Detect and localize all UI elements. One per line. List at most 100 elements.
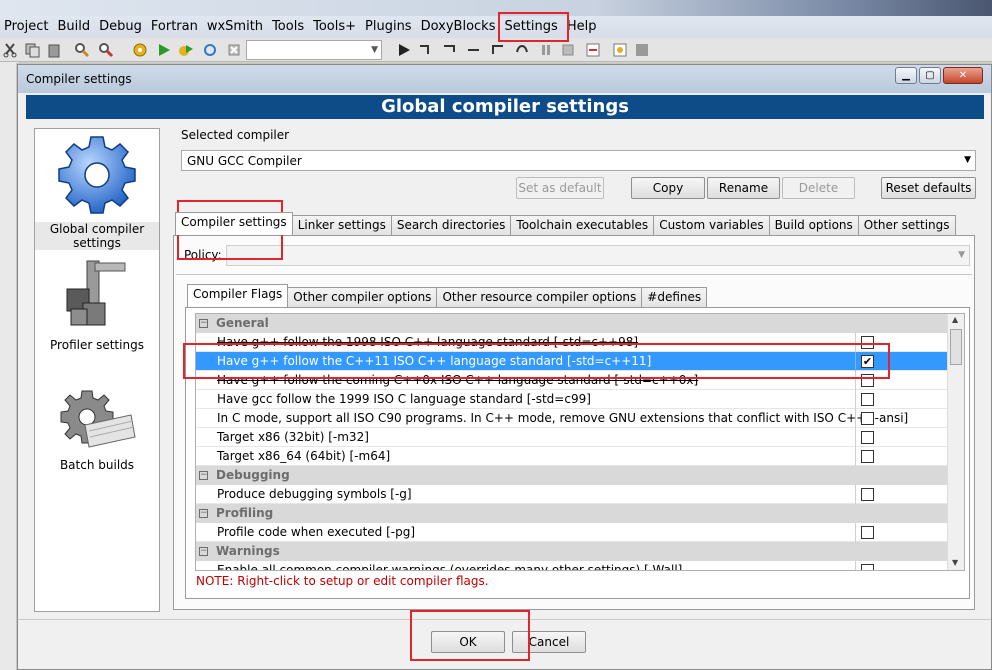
tab-search-directories[interactable]: Search directories bbox=[390, 215, 512, 235]
collapse-icon[interactable]: − bbox=[199, 547, 208, 556]
copy-icon[interactable] bbox=[24, 42, 40, 58]
close-button[interactable]: ✕ bbox=[943, 67, 983, 84]
minimize-button[interactable]: ▁ bbox=[895, 67, 917, 84]
category-label: Warnings bbox=[216, 544, 280, 558]
flag-checkbox[interactable]: ✔ bbox=[861, 355, 874, 368]
subtab-compiler-flags[interactable]: Compiler Flags bbox=[187, 284, 289, 307]
flags-scrollbar[interactable]: ▲ ▼ bbox=[947, 314, 964, 570]
step-out-icon[interactable] bbox=[490, 42, 506, 58]
run-icon[interactable] bbox=[156, 42, 172, 58]
flag-row[interactable]: Have g++ follow the coming C++0x ISO C++… bbox=[196, 371, 948, 390]
next-instruction-icon[interactable] bbox=[466, 42, 482, 58]
tab-compiler-settings[interactable]: Compiler settings bbox=[175, 212, 293, 235]
menu-build[interactable]: Build bbox=[53, 16, 95, 38]
cancel-button[interactable]: Cancel bbox=[512, 631, 586, 653]
next-line-icon[interactable] bbox=[442, 42, 458, 58]
menu-help[interactable]: Help bbox=[563, 16, 602, 38]
flag-row[interactable]: Have g++ follow the C++11 ISO C++ langua… bbox=[196, 352, 948, 371]
flag-row[interactable]: Have g++ follow the 1998 ISO C++ languag… bbox=[196, 333, 948, 352]
break-icon[interactable] bbox=[538, 42, 554, 58]
column-divider bbox=[855, 523, 856, 542]
build-target-combo[interactable]: ▼ bbox=[246, 40, 382, 60]
menu-project[interactable]: Project bbox=[0, 16, 53, 38]
abort-icon[interactable] bbox=[226, 42, 242, 58]
flag-checkbox[interactable] bbox=[861, 450, 874, 463]
flag-checkbox[interactable] bbox=[861, 336, 874, 349]
various-info-icon[interactable] bbox=[634, 42, 650, 58]
stop-debug-icon[interactable] bbox=[560, 42, 576, 58]
flag-checkbox[interactable] bbox=[861, 488, 874, 501]
build-run-icon[interactable] bbox=[178, 42, 194, 58]
flag-category[interactable]: − General bbox=[196, 314, 948, 333]
tab-custom-variables[interactable]: Custom variables bbox=[653, 215, 770, 235]
paste-icon[interactable] bbox=[46, 42, 62, 58]
tab-other-settings[interactable]: Other settings bbox=[857, 215, 956, 235]
flag-checkbox[interactable] bbox=[861, 564, 874, 570]
flag-row[interactable]: Profile code when executed [-pg] bbox=[196, 523, 948, 542]
flag-category[interactable]: − Profiling bbox=[196, 504, 948, 523]
flag-row[interactable]: Produce debugging symbols [-g] bbox=[196, 485, 948, 504]
subtab-other-resource-compiler-options[interactable]: Other resource compiler options bbox=[436, 287, 643, 307]
ok-button[interactable]: OK bbox=[431, 631, 505, 653]
rename-button[interactable]: Rename bbox=[707, 177, 780, 199]
menu-tools[interactable]: Tools bbox=[268, 16, 309, 38]
flag-row[interactable]: Target x86 (32bit) [-m32] bbox=[196, 428, 948, 447]
selected-compiler-label: Selected compiler bbox=[181, 128, 290, 142]
reset-defaults-button[interactable]: Reset defaults bbox=[881, 177, 976, 199]
scroll-up-icon[interactable]: ▲ bbox=[952, 315, 958, 324]
subtab--defines[interactable]: #defines bbox=[641, 287, 708, 307]
flag-checkbox[interactable] bbox=[861, 374, 874, 387]
flag-row[interactable]: Target x86_64 (64bit) [-m64] bbox=[196, 447, 948, 466]
menu-settings[interactable]: Settings bbox=[500, 16, 562, 38]
delete-button[interactable]: Delete bbox=[782, 177, 855, 199]
collapse-icon[interactable]: − bbox=[199, 319, 208, 328]
dialog-titlebar: Compiler settings ▁ ▢ ✕ bbox=[18, 65, 991, 93]
nav-batch-builds[interactable]: Batch builds bbox=[35, 387, 159, 472]
build-gear-icon[interactable] bbox=[132, 42, 148, 58]
menu-list: Project Build Debug Fortran wxSmith Tools Tool… bbox=[0, 16, 601, 38]
rebuild-icon[interactable] bbox=[202, 42, 218, 58]
step-over-icon[interactable] bbox=[514, 42, 530, 58]
step-into-icon[interactable] bbox=[418, 42, 434, 58]
debug-windows-icon[interactable] bbox=[585, 42, 601, 58]
flag-checkbox[interactable] bbox=[861, 526, 874, 539]
maximize-button[interactable]: ▢ bbox=[919, 67, 941, 84]
policy-select[interactable]: ▼ bbox=[226, 245, 970, 266]
collapse-icon[interactable]: − bbox=[199, 509, 208, 518]
flag-category[interactable]: − Debugging bbox=[196, 466, 948, 485]
tab-toolchain-executables[interactable]: Toolchain executables bbox=[510, 215, 655, 235]
tab-linker-settings[interactable]: Linker settings bbox=[291, 215, 392, 235]
menu-debug[interactable]: Debug bbox=[95, 16, 147, 38]
flag-category[interactable]: − Warnings bbox=[196, 542, 948, 561]
scroll-thumb[interactable] bbox=[950, 329, 962, 365]
copy-button[interactable]: Copy bbox=[631, 177, 705, 199]
category-label: Debugging bbox=[216, 468, 290, 482]
scroll-down-icon[interactable]: ▼ bbox=[952, 558, 958, 567]
cut-icon[interactable] bbox=[2, 42, 18, 58]
subtab-other-compiler-options[interactable]: Other compiler options bbox=[287, 287, 438, 307]
tab-build-options[interactable]: Build options bbox=[768, 215, 859, 235]
set-default-button[interactable]: Set as default bbox=[516, 177, 604, 199]
nav-profiler[interactable]: Profiler settings bbox=[35, 253, 159, 352]
find-icon[interactable] bbox=[74, 42, 90, 58]
compiler-select[interactable]: GNU GCC Compiler ▼ bbox=[181, 150, 976, 171]
ide-menubar: Project Build Debug Fortran wxSmith Tools Tool… bbox=[0, 0, 992, 38]
menu-fortran[interactable]: Fortran bbox=[147, 16, 203, 38]
flag-row[interactable]: Have gcc follow the 1999 ISO C language … bbox=[196, 390, 948, 409]
info-icon[interactable] bbox=[612, 42, 628, 58]
menu-doxyblocks[interactable]: DoxyBlocks bbox=[417, 16, 501, 38]
flag-row[interactable]: Enable all common compiler warnings (ove… bbox=[196, 561, 948, 570]
menu-plugins[interactable]: Plugins bbox=[361, 16, 417, 38]
menu-wxsmith[interactable]: wxSmith bbox=[203, 16, 268, 38]
flag-checkbox[interactable] bbox=[861, 393, 874, 406]
flag-label: Target x86 (32bit) [-m32] bbox=[217, 430, 369, 444]
nav-global-compiler[interactable]: Global compiler settings bbox=[35, 133, 159, 250]
flag-row[interactable]: In C mode, support all ISO C90 programs.… bbox=[196, 409, 948, 428]
debug-run-icon[interactable] bbox=[396, 42, 412, 58]
menu-tools-[interactable]: Tools+ bbox=[309, 16, 361, 38]
collapse-icon[interactable]: − bbox=[199, 471, 208, 480]
compiler-flags-list[interactable]: Enable all common compiler warnings (ove… bbox=[195, 313, 965, 571]
flag-checkbox[interactable] bbox=[861, 431, 874, 444]
flag-checkbox[interactable] bbox=[861, 412, 874, 425]
replace-icon[interactable] bbox=[98, 42, 114, 58]
